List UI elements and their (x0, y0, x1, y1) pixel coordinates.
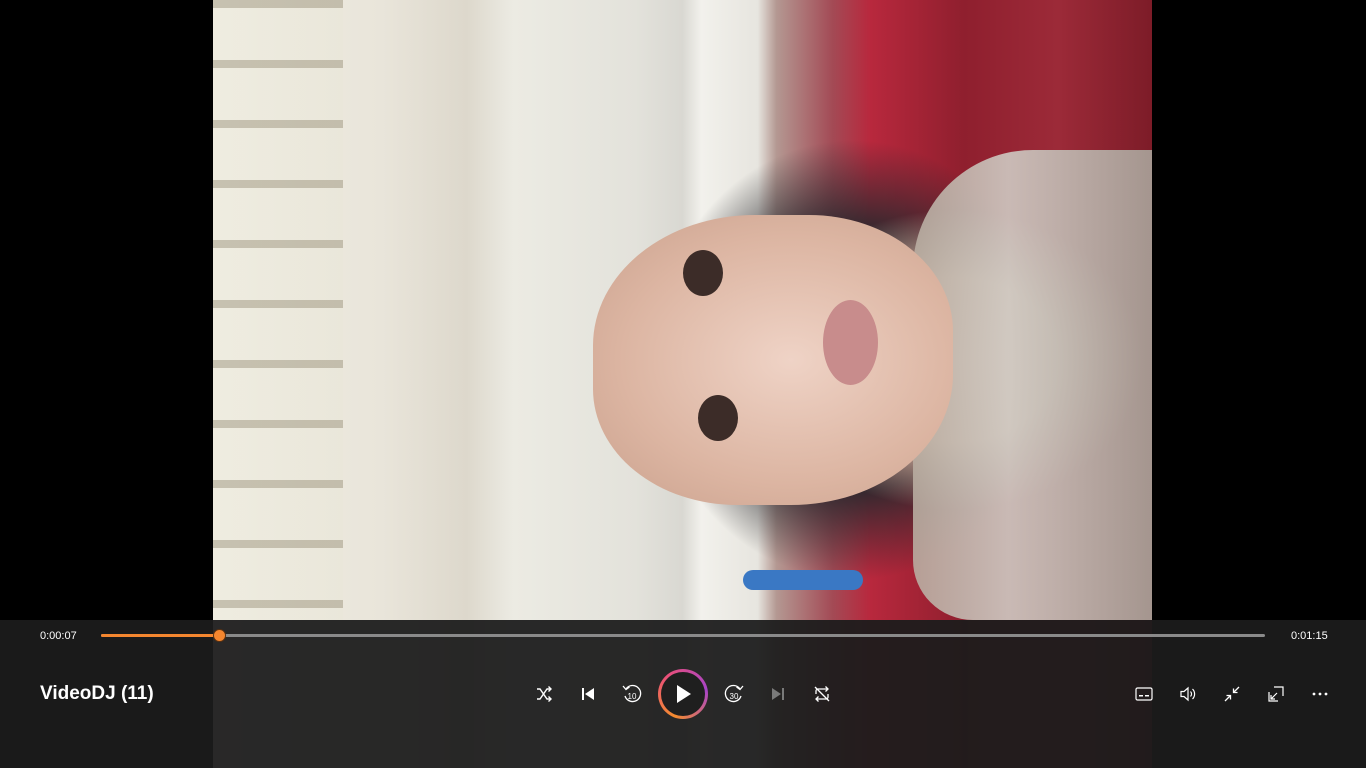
more-options-button[interactable] (1304, 678, 1336, 710)
skip-back-10-icon: 10 (622, 684, 642, 703)
next-icon (772, 688, 784, 700)
mini-player-button[interactable] (1260, 678, 1292, 710)
repeat-off-icon (814, 686, 830, 702)
next-button[interactable] (762, 678, 794, 710)
captions-icon (1135, 687, 1153, 701)
seek-bar[interactable] (101, 629, 1265, 642)
mini-player-icon (1268, 686, 1284, 702)
video-subject-eye (683, 250, 723, 296)
seek-bar-thumb[interactable] (212, 629, 226, 642)
exit-fullscreen-button[interactable] (1216, 678, 1248, 710)
media-title: VideoDJ (11) (40, 683, 154, 704)
skip-forward-30-icon: 30 (724, 684, 744, 703)
skip-back-seconds-label: 10 (628, 692, 637, 701)
shuffle-icon (537, 686, 552, 702)
seek-bar-progress (101, 634, 219, 637)
captions-button[interactable] (1128, 678, 1160, 710)
play-icon (677, 685, 691, 703)
previous-button[interactable] (572, 678, 604, 710)
video-background-window (213, 0, 343, 620)
video-subject-mouth (823, 300, 878, 385)
skip-back-button[interactable]: 10 (616, 678, 648, 710)
repeat-button[interactable] (806, 678, 838, 710)
previous-icon (582, 688, 594, 700)
shuffle-button[interactable] (528, 678, 560, 710)
volume-icon (1180, 686, 1196, 702)
video-subject-face (593, 215, 953, 505)
total-duration: 0:01:15 (1291, 630, 1328, 642)
more-icon (1312, 692, 1328, 696)
video-subject-eye (698, 395, 738, 441)
video-subject-necklace (743, 570, 863, 590)
volume-button[interactable] (1172, 678, 1204, 710)
exit-fullscreen-icon (1224, 686, 1240, 702)
skip-forward-button[interactable]: 30 (718, 678, 750, 710)
play-button[interactable] (658, 669, 708, 719)
current-time: 0:00:07 (40, 630, 77, 642)
skip-forward-seconds-label: 30 (730, 692, 739, 701)
